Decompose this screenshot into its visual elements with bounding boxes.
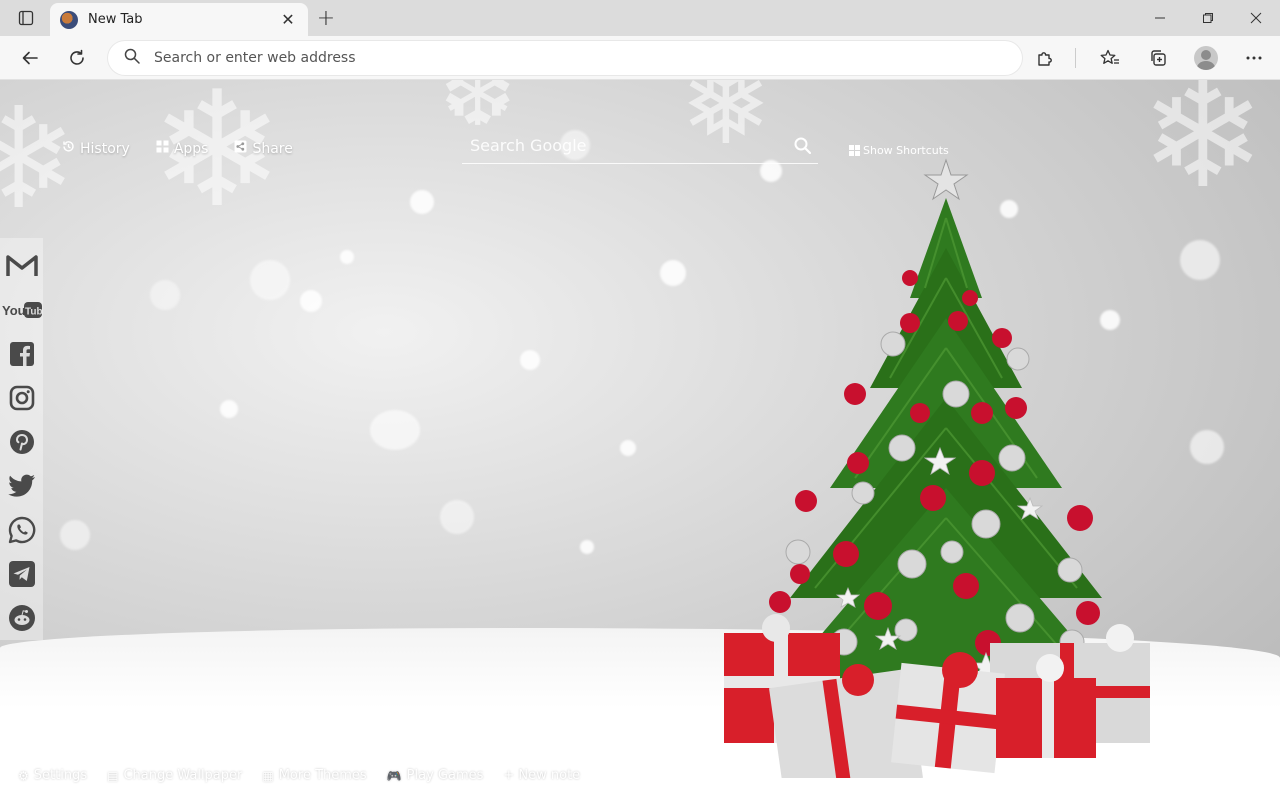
more-themes-label: More Themes (278, 768, 367, 783)
share-label: Share (252, 140, 293, 157)
tab-strip: New Tab ✕ + (0, 0, 1280, 36)
snow-particle (340, 250, 354, 264)
grid-icon: ▦ (262, 768, 274, 783)
telegram-icon[interactable] (2, 552, 42, 596)
snow-particle (1180, 240, 1220, 280)
search-icon[interactable] (790, 134, 814, 158)
snow-particle (440, 500, 474, 534)
gear-icon: ⚙ (18, 768, 29, 783)
snow-particle (300, 290, 322, 312)
search-icon (124, 48, 140, 68)
browser-toolbar (0, 36, 1280, 80)
new-tab-button[interactable]: + (314, 6, 338, 31)
back-arrow-icon[interactable] (16, 44, 44, 72)
tab-actions-icon[interactable] (10, 8, 42, 28)
gmail-icon[interactable] (2, 244, 42, 288)
tab-title: New Tab (88, 12, 143, 27)
snow-particle (410, 190, 434, 214)
snow-particle (1190, 430, 1224, 464)
instagram-icon[interactable] (2, 376, 42, 420)
snowflake-decoration-icon: ❄ (0, 80, 78, 241)
extensions-puzzle-icon[interactable] (1031, 44, 1059, 72)
youtube-icon[interactable]: YouTube (2, 288, 42, 332)
bottom-links: ⚙ Settings ▤ Change Wallpaper ▦ More The… (18, 768, 600, 783)
snow-particle (220, 400, 238, 418)
apps-grid-icon (156, 140, 169, 157)
change-wallpaper-link[interactable]: ▤ Change Wallpaper (107, 768, 242, 783)
change-wallpaper-label: Change Wallpaper (123, 768, 243, 783)
new-note-label: + New note (503, 768, 581, 783)
address-bar (108, 41, 1022, 75)
new-note-link[interactable]: + New note (503, 768, 580, 783)
more-themes-link[interactable]: ▦ More Themes (262, 768, 366, 783)
toolbar-separator (1075, 48, 1076, 68)
snow-particle (250, 260, 290, 300)
share-icon (234, 140, 247, 157)
more-menu-icon[interactable] (1240, 44, 1268, 72)
snow-particle (520, 350, 540, 370)
favorites-star-icon[interactable] (1096, 44, 1124, 72)
pinterest-icon[interactable] (2, 420, 42, 464)
history-label: History (80, 140, 130, 157)
apps-label: Apps (173, 140, 209, 157)
avatar (1194, 46, 1218, 70)
profile-avatar-icon[interactable] (1192, 44, 1220, 72)
snow-particle (660, 260, 686, 286)
close-window-icon[interactable] (1232, 0, 1280, 36)
close-tab-icon[interactable]: ✕ (278, 10, 298, 30)
restore-icon[interactable] (1184, 0, 1232, 36)
collections-icon[interactable] (1144, 44, 1172, 72)
history-link[interactable]: History (62, 140, 130, 157)
reddit-icon[interactable] (2, 596, 42, 640)
snow-particle (580, 540, 594, 554)
address-input[interactable] (154, 50, 1022, 66)
new-tab-page: ❄ ❄ ❅ ❄ ❆ History Apps Share Search Goog… (0, 80, 1280, 800)
image-icon: ▤ (107, 768, 119, 783)
tab-favicon-icon (60, 10, 78, 29)
history-icon (62, 140, 75, 157)
svg-text:Tube: Tube (25, 307, 42, 318)
facebook-icon[interactable] (2, 332, 42, 376)
play-games-link[interactable]: 🎮 Play Games (387, 768, 484, 783)
gamepad-icon: 🎮 (386, 768, 402, 783)
settings-link[interactable]: ⚙ Settings (18, 768, 87, 783)
snow-particle (370, 410, 420, 450)
christmas-tree-illustration (720, 158, 1170, 798)
tab-new-tab[interactable]: New Tab ✕ (50, 3, 308, 36)
refresh-icon[interactable] (63, 44, 91, 72)
snow-particle (150, 280, 180, 310)
social-shortcuts-sidebar: YouTube (0, 238, 43, 640)
show-shortcuts-button[interactable]: Show Shortcuts (849, 144, 949, 157)
apps-link[interactable]: Apps (156, 140, 209, 157)
settings-label: Settings (33, 768, 88, 783)
window-controls (1136, 0, 1280, 36)
snow-particle (60, 520, 90, 550)
twitter-icon[interactable] (2, 464, 42, 508)
toolbar-actions (1011, 44, 1268, 72)
whatsapp-icon[interactable] (2, 508, 42, 552)
share-link[interactable]: Share (234, 140, 293, 157)
google-search-input[interactable] (462, 136, 790, 155)
top-links: History Apps Share (62, 140, 319, 157)
svg-text:You: You (2, 303, 26, 318)
show-shortcuts-label: Show Shortcuts (863, 144, 949, 157)
minimize-icon[interactable] (1136, 0, 1184, 36)
snow-particle (620, 440, 636, 456)
play-games-label: Play Games (406, 768, 484, 783)
shortcuts-grid-icon (849, 145, 860, 156)
